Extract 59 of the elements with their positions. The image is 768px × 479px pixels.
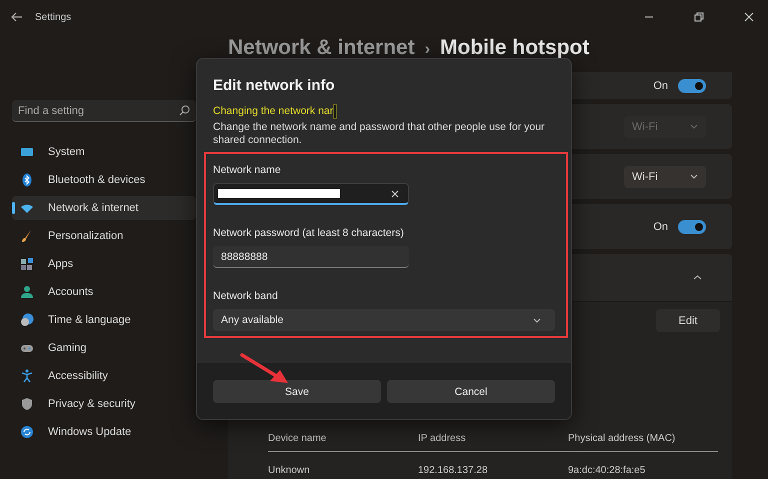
dialog-button[interactable]: Cancel xyxy=(387,380,555,403)
input-field[interactable]: 88888888 xyxy=(213,246,409,268)
column-header: IP address xyxy=(418,432,467,444)
table-cell: 9a:dc:40:28:fa:e5 xyxy=(568,464,646,476)
breadcrumb-separator: › xyxy=(424,41,430,59)
sidebar-item[interactable]: Personalization xyxy=(12,224,196,248)
back-arrow-icon[interactable] xyxy=(11,12,23,22)
monitor-icon xyxy=(20,145,34,159)
bluetooth-icon xyxy=(20,173,34,187)
page-title: Mobile hotspot xyxy=(440,36,590,60)
clear-icon[interactable] xyxy=(391,190,399,198)
table-cell-text: 192.168.137.28 xyxy=(418,464,489,476)
toggle-switch[interactable] xyxy=(678,78,706,92)
column-header: Device name xyxy=(268,432,328,444)
search-icon xyxy=(179,105,190,116)
sidebar-item[interactable]: Network & internet xyxy=(12,196,196,220)
field-label: Network password (at least 8 characters) xyxy=(213,227,405,241)
apps-icon xyxy=(20,257,34,271)
field-label: Network band xyxy=(213,290,279,304)
sidebar-item[interactable]: Windows Update xyxy=(12,420,196,444)
restore-icon[interactable] xyxy=(694,12,704,22)
close-icon[interactable] xyxy=(744,12,754,22)
dropdown[interactable]: Wi-Fi xyxy=(624,166,706,188)
text-cursor xyxy=(333,104,338,118)
accessibility-icon xyxy=(20,369,34,383)
sidebar-item[interactable]: Privacy & security xyxy=(12,392,196,416)
edit-button[interactable]: Edit xyxy=(656,309,720,332)
column-header: Physical address (MAC) xyxy=(568,432,676,444)
refresh-icon xyxy=(20,425,34,439)
sidebar-item[interactable]: Accounts xyxy=(12,280,196,304)
toggle-switch[interactable] xyxy=(678,220,706,234)
search-field[interactable]: Find a setting xyxy=(12,100,196,122)
input-field[interactable] xyxy=(213,183,409,205)
window-title: Settings xyxy=(35,12,72,22)
chevron-down-icon xyxy=(690,124,698,129)
chevron-down-icon xyxy=(533,318,541,322)
dialog-title: Edit network info xyxy=(213,77,336,94)
sidebar-item[interactable]: Time & language xyxy=(12,308,196,332)
dropdown[interactable]: Any available xyxy=(213,309,555,331)
toggle-state-label: On xyxy=(653,220,668,232)
dialog-description: Change the network name and password that other people use for your shared connection. xyxy=(213,121,546,147)
highlighted-note: Changing the network nar xyxy=(213,105,334,117)
breadcrumb-parent[interactable]: Network & internet xyxy=(228,36,415,60)
globe-icon xyxy=(20,313,34,327)
toggle-state-label: On xyxy=(653,80,668,92)
dialog-button[interactable]: Save xyxy=(213,380,381,403)
sidebar-item[interactable]: Gaming xyxy=(12,336,196,360)
sidebar-item[interactable]: System xyxy=(12,140,196,164)
sidebar-item[interactable]: Accessibility xyxy=(12,364,196,388)
sidebar-item[interactable]: Apps xyxy=(12,252,196,276)
person-icon xyxy=(20,285,34,299)
chevron-up-icon[interactable] xyxy=(693,275,702,280)
shield-icon xyxy=(20,397,34,411)
pointer-arrow xyxy=(240,353,290,385)
field-label: Network name xyxy=(213,164,282,178)
search-input[interactable]: Find a setting xyxy=(18,104,179,116)
sidebar-item[interactable]: Bluetooth & devices xyxy=(12,168,196,192)
chevron-down-icon xyxy=(690,174,698,179)
table-cell-text: Unknown xyxy=(268,464,311,476)
